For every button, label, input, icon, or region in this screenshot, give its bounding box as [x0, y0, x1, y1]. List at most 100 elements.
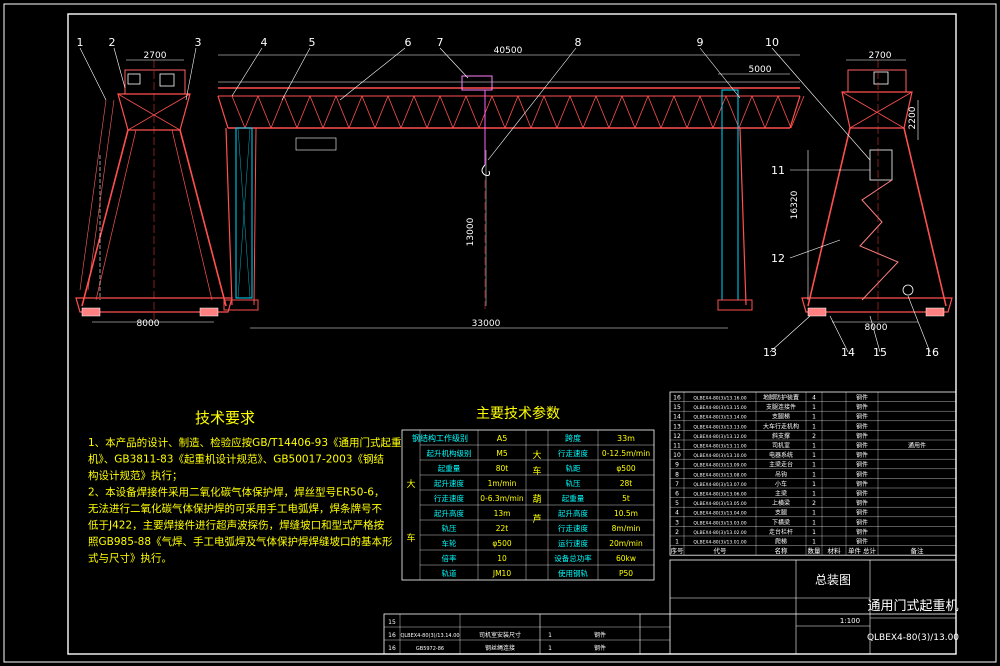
part-header: 数量: [808, 546, 822, 555]
param-header: 33m: [617, 434, 635, 443]
dim-right-offset: 5000: [749, 65, 772, 75]
param-value: 0-12.5m/min: [602, 449, 650, 458]
part-cell: 14: [673, 414, 681, 421]
left-end-view: [75, 59, 233, 323]
part-cell: 6: [675, 491, 679, 498]
part-cell: 钢件: [856, 499, 868, 507]
part-cell: 7: [675, 481, 679, 488]
tb-cell: 钢件: [594, 631, 606, 639]
part-cell: 9: [675, 462, 679, 469]
part-cell: 斜支撑: [772, 432, 790, 440]
param-name: 起升速度: [434, 478, 464, 488]
param-value: 1m/min: [488, 479, 517, 488]
dim-left-top: 2700: [144, 51, 167, 61]
tech-line: 机》、GB3811-83《起重机设计规范》、GB50017-2003《钢结: [88, 453, 384, 466]
part-cell: 大车行走机构: [763, 422, 799, 430]
drawing-number: QLBEX4-80(3)/13.00: [867, 633, 959, 643]
param-value: φ500: [492, 539, 511, 548]
param-name: 设备总功率: [554, 553, 592, 563]
part-cell: 钢件: [856, 432, 868, 440]
part-header: 序号: [671, 546, 685, 555]
part-cell: 钢件: [856, 442, 868, 450]
part-cell: 11: [673, 443, 681, 450]
param-value: 80t: [496, 464, 509, 473]
part-cell: 8: [675, 471, 679, 478]
param-name: 轨道: [442, 568, 457, 578]
part-cell: 1: [812, 452, 816, 459]
part-cell: 钢件: [856, 518, 868, 526]
param-name: 使用钢轨: [558, 568, 588, 578]
param-value: P50: [619, 569, 633, 578]
param-value: 60kw: [616, 554, 636, 563]
part-header: 单件 总计: [848, 546, 877, 555]
part-cell: 1: [812, 539, 816, 546]
part-cell: 4: [812, 395, 816, 402]
tech-line: 照GB985-88《气焊、手工电弧焊及气体保护焊焊缝坡口的基本形: [88, 535, 393, 548]
params-title: 主要技术参数: [476, 405, 560, 422]
param-value: 8m/min: [612, 524, 641, 533]
tb-cell: 司机室安装尺寸: [479, 631, 521, 639]
param-name: 行走速度: [558, 523, 588, 533]
right-end-view: [801, 59, 953, 323]
param-value: 0-6.3m/min: [480, 494, 524, 503]
part-label-3: 3: [195, 36, 202, 49]
part-cell: 钢件: [856, 528, 868, 536]
part-label-7: 7: [437, 36, 444, 49]
part-label-1: 1: [77, 36, 84, 49]
crane-drawing: 2700 40500 5000 2700 8000 33000 8000 130…: [3, 3, 997, 663]
drawing-title: 总装图: [815, 573, 851, 587]
part-label-9: 9: [697, 36, 704, 49]
part-cell: 支腿梯: [772, 413, 790, 421]
part-cell: 吊钩: [775, 470, 787, 478]
main-girder-view: [217, 54, 805, 329]
part-label-6: 6: [405, 36, 412, 49]
param-side: 大: [532, 449, 541, 461]
part-cell: 主梁: [775, 490, 787, 498]
param-value: 10.5m: [614, 509, 638, 518]
param-name: 轨压: [442, 523, 457, 533]
param-value: JM10: [492, 569, 511, 578]
part-cell: 3: [675, 519, 679, 526]
part-cell: 爬梯: [775, 538, 787, 546]
part-cell: 1: [675, 539, 679, 546]
param-name: 车轮: [442, 538, 457, 548]
part-cell: 支腿: [775, 509, 787, 517]
part-cell: 上横梁: [772, 499, 790, 507]
param-value: M5: [496, 449, 507, 458]
part-cell: 1: [812, 471, 816, 478]
part-cell: QLBEX4-80(3)/13.02.00: [693, 530, 746, 536]
product-name: 通用门式起重机: [867, 598, 958, 614]
part-cell: 1: [812, 404, 816, 411]
dim-span-bottom: 33000: [472, 319, 501, 329]
part-label-2: 2: [109, 36, 116, 49]
part-cell: 小车: [775, 480, 787, 488]
part-header: 材料: [828, 546, 842, 555]
part-cell: 16: [673, 395, 681, 402]
part-cell: 5: [675, 500, 679, 507]
param-value: 5t: [622, 494, 630, 503]
part-cell: QLBEX4-80(3)/13.03.00: [693, 520, 746, 526]
part-label-4: 4: [261, 36, 268, 49]
part-cell: 钢件: [856, 480, 868, 488]
param-side: 芦: [532, 514, 541, 525]
param-name: 行走速度: [558, 448, 588, 458]
part-cell: 钢件: [856, 422, 868, 430]
part-cell: 钢件: [856, 461, 868, 469]
param-header: A5: [497, 434, 508, 443]
part-cell: QLBEX4-80(3)/13.15.00: [693, 405, 746, 411]
param-side: 车: [406, 532, 415, 544]
scale: 1:100: [840, 617, 860, 625]
param-name: 倍率: [442, 553, 457, 563]
part-header: 名称: [775, 546, 789, 555]
param-header: 跨度: [565, 433, 581, 443]
params-table: 钢结构工作级别 A5 跨度 33m 起升机构级别 M5 行走速度 0-12.5m/min 起重量…: [401, 429, 655, 581]
part-label-16: 16: [925, 346, 939, 359]
tb-cell: 1: [548, 632, 552, 639]
part-cell: QLBEX4-80(3)/13.04.00: [693, 511, 746, 517]
part-cell: 通用件: [908, 442, 926, 450]
part-cell: 12: [673, 433, 681, 440]
tech-line: 式与尺寸》执行。: [88, 552, 172, 565]
part-cell: QLBEX4-80(3)/13.10.00: [693, 453, 746, 459]
part-cell: QLBEX4-80(3)/13.06.00: [693, 492, 746, 498]
part-cell: 1: [812, 529, 816, 536]
